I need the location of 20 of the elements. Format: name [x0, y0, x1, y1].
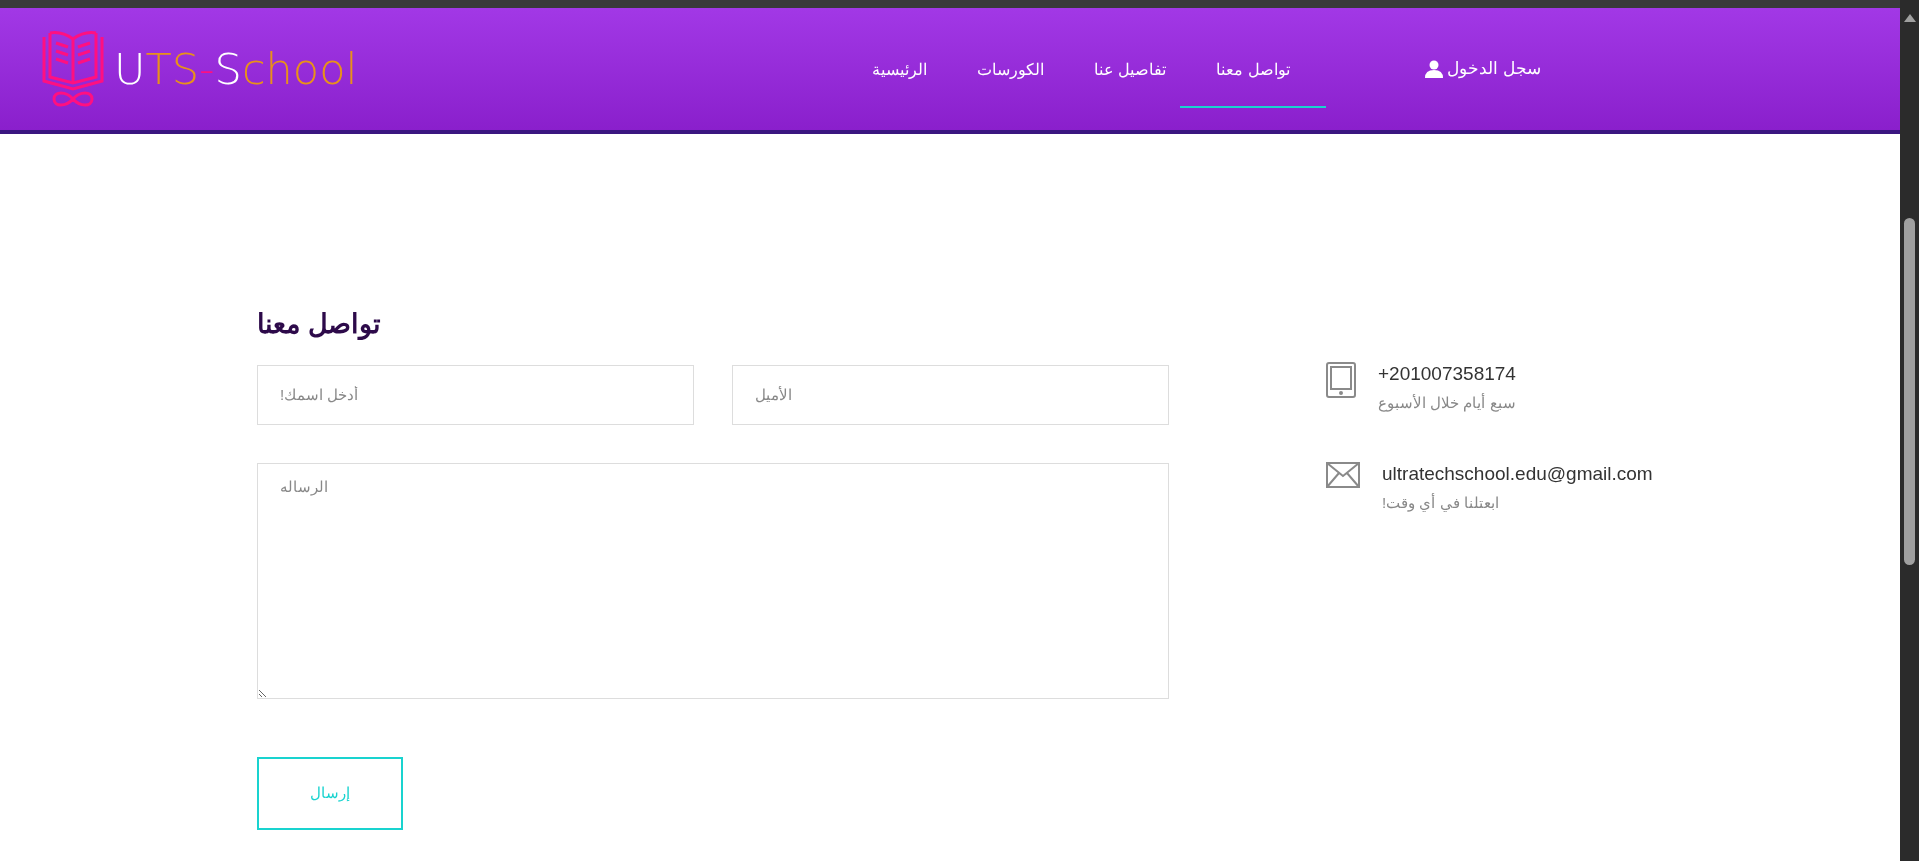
- contact-note: سبع أيام خلال الأسبوع: [1378, 392, 1516, 414]
- user-icon: [1424, 60, 1443, 78]
- message-text-area[interactable]: الرساله: [257, 462, 1169, 699]
- email-address: ultratechschool.edu@gmail.com: [1382, 462, 1653, 486]
- contact-title: تواصل معنا: [257, 308, 382, 342]
- book-logo-icon: [40, 29, 106, 109]
- email-input-field[interactable]: الأميل: [732, 364, 1169, 425]
- phone-number: +201007358174: [1378, 362, 1516, 386]
- tablet-icon: [1326, 362, 1356, 398]
- nav-link[interactable]: تواصل معنا: [1180, 30, 1326, 108]
- scroll-up-arrow-icon[interactable]: [1903, 14, 1916, 22]
- envelope-icon: [1326, 462, 1360, 488]
- scrollbar-thumb[interactable]: [1904, 218, 1915, 565]
- contact-note: ابعتلنا في أي وقت!: [1382, 492, 1500, 514]
- login-link[interactable]: سجل الدخول: [1424, 56, 1541, 82]
- nav-link[interactable]: تفاصيل عنا: [1094, 30, 1167, 108]
- scrollbar[interactable]: [1900, 0, 1919, 861]
- logo-text: UTS-School: [114, 47, 358, 91]
- nav-link[interactable]: الرئيسية: [872, 30, 927, 108]
- nav-link[interactable]: الكورسات: [977, 30, 1044, 108]
